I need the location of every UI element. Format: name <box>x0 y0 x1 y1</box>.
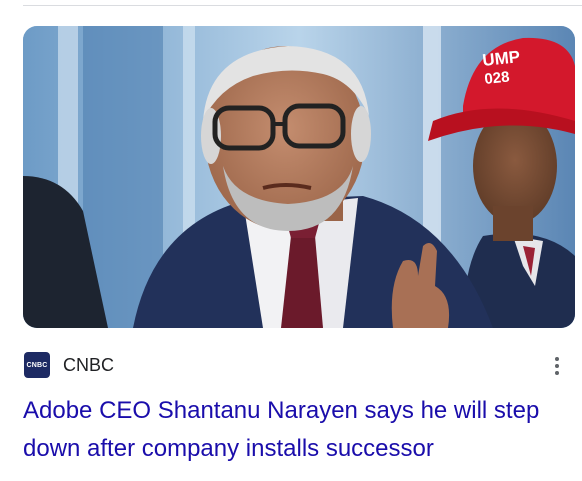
hat-text-line2: 028 <box>484 68 511 88</box>
dot-icon <box>555 357 559 361</box>
news-headline-link[interactable]: Adobe CEO Shantanu Narayen says he will … <box>23 392 575 468</box>
cnbc-logo-icon: CNBC <box>24 352 50 378</box>
source-row: CNBC CNBC <box>23 350 575 390</box>
thumbnail-photo: UMP 028 <box>23 26 575 328</box>
more-options-icon[interactable] <box>547 352 567 380</box>
hat-text-line1: UMP <box>481 47 521 70</box>
news-card[interactable]: UMP 028 CNBC CNBC <box>23 26 575 390</box>
dot-icon <box>555 364 559 368</box>
top-divider <box>23 5 582 6</box>
dot-icon <box>555 371 559 375</box>
news-thumbnail[interactable]: UMP 028 <box>23 26 575 328</box>
source-name[interactable]: CNBC <box>63 355 114 376</box>
